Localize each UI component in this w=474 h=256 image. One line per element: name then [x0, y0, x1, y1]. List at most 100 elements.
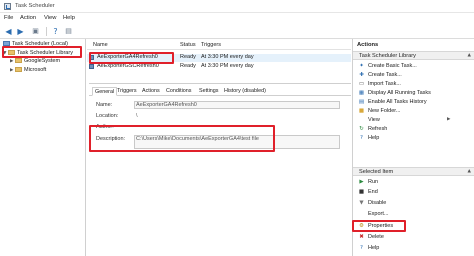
- computer-icon: [3, 41, 10, 46]
- menu-bar: File Action View Help: [0, 13, 474, 24]
- disable-icon: ▼: [359, 200, 364, 206]
- help-icon[interactable]: ?: [50, 26, 61, 37]
- refresh-icon: ↻: [359, 126, 364, 132]
- action-import-task[interactable]: ▭ Import Task...: [357, 81, 401, 89]
- task-list-header: Name Status Triggers: [87, 41, 351, 50]
- column-triggers[interactable]: Triggers: [201, 42, 221, 48]
- action-refresh[interactable]: ↻ Refresh: [357, 126, 387, 134]
- task-name: AeExporterGSCRefresh0: [97, 63, 159, 69]
- create-basic-task-icon: ✦: [359, 63, 364, 69]
- tree-item-googlesystem[interactable]: ▶ GoogleSystem: [10, 58, 60, 66]
- navigation-tree: Task Scheduler (Local) ▼ Task Scheduler L…: [0, 39, 86, 256]
- action-label: Display All Running Tasks: [368, 90, 431, 96]
- task-triggers: At 3:30 PM every day: [201, 63, 254, 69]
- section-selected-item[interactable]: Selected Item ▲: [353, 167, 474, 176]
- toolbar-separator: [46, 27, 47, 36]
- tab-settings[interactable]: Settings: [197, 87, 220, 96]
- tab-triggers[interactable]: Triggers: [115, 87, 139, 96]
- action-label: Enable All Tasks History: [368, 99, 427, 105]
- menu-view[interactable]: View: [44, 15, 56, 21]
- actions-pane: Actions Task Scheduler Library ▲ ✦ Create…: [352, 39, 474, 256]
- task-row[interactable]: AeExporterGSCRefresh0 Ready At 3:30 PM e…: [87, 63, 351, 71]
- column-name[interactable]: Name: [93, 42, 108, 48]
- action-label: Create Task...: [368, 72, 402, 78]
- task-triggers: At 3:30 PM every day: [201, 54, 254, 60]
- column-status[interactable]: Status: [180, 42, 196, 48]
- description-label: Description:: [96, 136, 126, 142]
- action-end[interactable]: ■ End: [357, 189, 378, 197]
- action-help[interactable]: ? Help: [357, 135, 379, 143]
- action-help-selected[interactable]: ? Help: [357, 245, 379, 253]
- action-label: Delete: [368, 234, 384, 240]
- show-hide-console-tree-icon[interactable]: ▣: [30, 26, 41, 37]
- task-icon: [89, 55, 94, 60]
- action-label: View: [368, 117, 380, 123]
- action-label: Properties: [368, 223, 394, 229]
- forward-icon[interactable]: ▶: [15, 26, 26, 37]
- run-icon: ▶: [359, 179, 364, 185]
- action-display-running[interactable]: ▦ Display All Running Tasks: [357, 90, 431, 98]
- action-label: End: [368, 189, 378, 195]
- location-value: \: [136, 113, 138, 119]
- action-delete[interactable]: ✖ Delete: [357, 234, 384, 242]
- chevron-up-icon[interactable]: ▲: [468, 169, 471, 174]
- section-library[interactable]: Task Scheduler Library ▲: [353, 51, 474, 60]
- tree-item-microsoft-label: Microsoft: [24, 67, 47, 73]
- description-value: C:\Users\Mike\Documents\AeExporterGA4\te…: [136, 136, 259, 142]
- task-name: AeExporterGA4Refresh0: [97, 54, 158, 60]
- delete-icon: ✖: [359, 234, 364, 240]
- action-enable-history[interactable]: ▤ Enable All Tasks History: [357, 99, 427, 107]
- help-icon: ?: [360, 135, 363, 141]
- tree-root-label: Task Scheduler (Local): [12, 41, 68, 47]
- back-icon[interactable]: ◀: [3, 26, 14, 37]
- action-export[interactable]: Export...: [357, 211, 388, 219]
- tree-item-library-label: Task Scheduler Library: [17, 50, 73, 56]
- action-label: New Folder...: [368, 108, 401, 114]
- action-label: Run: [368, 179, 379, 185]
- import-task-icon: ▭: [358, 81, 365, 87]
- action-disable[interactable]: ▼ Disable: [357, 200, 386, 208]
- running-tasks-icon: ▦: [358, 90, 365, 96]
- action-label: Create Basic Task...: [368, 63, 417, 69]
- action-label: Export...: [368, 211, 389, 217]
- window-title: Task Scheduler: [15, 3, 55, 9]
- chevron-up-icon[interactable]: ▲: [468, 53, 471, 58]
- action-label: Help: [368, 135, 380, 141]
- action-properties[interactable]: ⚙ Properties: [357, 223, 393, 231]
- folder-icon: [8, 50, 15, 55]
- create-task-icon: ✚: [359, 72, 364, 78]
- task-icon: [89, 64, 94, 69]
- action-create-task[interactable]: ✚ Create Task...: [357, 72, 402, 80]
- action-label: Help: [368, 245, 380, 251]
- tree-item-microsoft[interactable]: ▶ Microsoft: [10, 67, 46, 75]
- tree-item-library[interactable]: ▼ Task Scheduler Library: [3, 50, 73, 58]
- folder-icon: [15, 67, 22, 72]
- menu-help[interactable]: Help: [63, 15, 75, 21]
- end-icon: ■: [358, 189, 365, 195]
- menu-action[interactable]: Action: [20, 15, 36, 21]
- tab-actions[interactable]: Actions: [140, 87, 162, 96]
- task-row[interactable]: AeExporterGA4Refresh0 Ready At 3:30 PM e…: [87, 54, 351, 62]
- action-run[interactable]: ▶ Run: [357, 179, 378, 187]
- location-label: Location:: [96, 113, 119, 119]
- tree-item-googlesystem-label: GoogleSystem: [24, 58, 61, 64]
- tab-general[interactable]: General: [92, 87, 118, 96]
- view-panel-icon[interactable]: ▤: [63, 26, 74, 37]
- tab-history[interactable]: History (disabled): [222, 87, 268, 96]
- action-label: Refresh: [368, 126, 388, 132]
- action-new-folder[interactable]: ■ New Folder...: [357, 108, 401, 116]
- name-label: Name:: [96, 102, 113, 108]
- tab-conditions[interactable]: Conditions: [164, 87, 193, 96]
- author-label: Author:: [96, 124, 114, 130]
- action-create-basic-task[interactable]: ✦ Create Basic Task...: [357, 63, 417, 71]
- properties-icon: ⚙: [359, 223, 364, 229]
- action-view[interactable]: View ▶: [357, 117, 450, 125]
- task-status: Ready: [180, 63, 196, 69]
- section-selected-item-label: Selected Item: [359, 169, 394, 175]
- new-folder-icon: ■: [358, 108, 365, 114]
- task-details: General Triggers Actions Conditions Sett…: [89, 83, 351, 256]
- action-label: Disable: [368, 200, 387, 206]
- tree-root[interactable]: Task Scheduler (Local): [3, 41, 68, 49]
- menu-file[interactable]: File: [4, 15, 13, 21]
- toolbar: ◀ ▶ ▣ ? ▤: [0, 24, 474, 39]
